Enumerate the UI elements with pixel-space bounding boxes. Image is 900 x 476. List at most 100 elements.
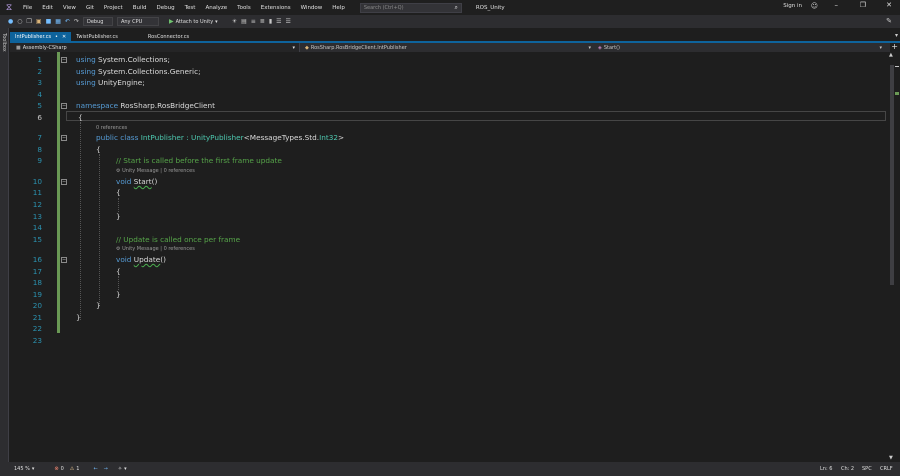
format-icon[interactable]: ≡ xyxy=(251,18,256,25)
visual-studio-logo-icon[interactable]: ⧖ xyxy=(0,0,18,15)
keyword: void xyxy=(116,177,132,186)
split-editor-icon[interactable]: + xyxy=(891,42,898,51)
chevron-down-icon[interactable]: ▾ xyxy=(124,466,127,472)
code-line: using System.Collections.Generic; xyxy=(76,67,201,76)
code-text: UnityEngine; xyxy=(95,78,145,87)
minimize-icon[interactable]: – xyxy=(835,1,839,9)
attach-to-unity-button[interactable]: ▶ Attach to Unity ▾ xyxy=(169,18,218,25)
menu-analyze[interactable]: Analyze xyxy=(200,5,232,11)
close-tab-icon[interactable]: ✕ xyxy=(62,34,66,40)
line-number: 5 xyxy=(37,101,42,110)
class-name: RosSharp.RosBridgeClient.IntPublisher xyxy=(310,44,407,51)
line-number: 18 xyxy=(32,278,42,287)
sign-in-link[interactable]: Sign in xyxy=(783,3,802,9)
menu-test[interactable]: Test xyxy=(180,5,201,11)
menu-build[interactable]: Build xyxy=(128,5,152,11)
line-number: 10 xyxy=(32,177,42,186)
change-tracking-bar xyxy=(57,52,60,333)
menu-tools[interactable]: Tools xyxy=(232,5,256,11)
menu-edit[interactable]: Edit xyxy=(37,5,58,11)
menu-help[interactable]: Help xyxy=(327,5,350,11)
comment-icon[interactable]: ≣ xyxy=(260,18,265,25)
collapse-icon[interactable]: − xyxy=(61,135,67,141)
line-ending-indicator[interactable]: CRLF xyxy=(880,466,893,472)
code-line: using System.Collections; xyxy=(76,55,170,64)
codelens-text: Unity Message | 0 references xyxy=(122,246,195,252)
char-indicator[interactable]: Ch: 2 xyxy=(841,466,854,472)
search-box[interactable]: Search (Ctrl+Q) ⌕ xyxy=(359,2,462,13)
fire-icon[interactable]: ☀ xyxy=(232,18,237,25)
platform-select[interactable]: Any CPU xyxy=(116,17,159,26)
chevron-down-icon: ▾ xyxy=(879,44,882,51)
collapse-icon[interactable]: − xyxy=(61,257,67,263)
scrollbar-thumb[interactable] xyxy=(890,65,894,285)
codelens-unity-message[interactable]: ⚙ Unity Message | 0 references xyxy=(116,168,195,174)
person-icon[interactable]: ☺ xyxy=(811,2,818,10)
performance-icon[interactable]: ▤ xyxy=(241,18,247,25)
navigation-bar: ■ Assembly-CSharp ▾ ◆ RosSharp.RosBridge… xyxy=(10,43,890,52)
menu-window[interactable]: Window xyxy=(296,5,328,11)
generic-namespace: MessageTypes.Std. xyxy=(249,133,320,142)
close-icon[interactable]: ✕ xyxy=(886,1,892,9)
toolbox-tab[interactable]: Toolbox xyxy=(1,33,7,52)
codelens-text: Unity Message | 0 references xyxy=(122,168,195,174)
menu-file[interactable]: File xyxy=(18,5,37,11)
unity-icon: ⚙ xyxy=(116,246,121,252)
save-all-icon[interactable]: ▦ xyxy=(55,18,61,25)
feedback-icon[interactable]: ✎ xyxy=(886,17,892,25)
restore-icon[interactable]: ❐ xyxy=(860,1,866,9)
menu-project[interactable]: Project xyxy=(99,5,128,11)
collapse-icon[interactable]: − xyxy=(61,57,67,63)
new-project-icon[interactable]: ❐ xyxy=(27,18,32,25)
tab-intpublisher[interactable]: IntPublisher.cs • ✕ xyxy=(10,32,72,41)
menu-extensions[interactable]: Extensions xyxy=(256,5,296,11)
line-number: 1 xyxy=(37,55,42,64)
member-dropdown[interactable]: ◈ Start() ▾ xyxy=(598,43,888,52)
tab-list-dropdown-icon[interactable]: ▾ xyxy=(895,32,898,39)
code-cleanup-icon[interactable]: ✧ xyxy=(118,466,122,472)
codelens-references[interactable]: 0 references xyxy=(96,125,127,131)
collapse-icon[interactable]: − xyxy=(61,179,67,185)
nav-back-icon[interactable]: ← xyxy=(93,466,97,472)
collapse-icon[interactable]: − xyxy=(61,103,67,109)
error-count[interactable]: 0 xyxy=(61,466,64,472)
zoom-level[interactable]: 145 % xyxy=(14,466,30,472)
scroll-down-icon[interactable]: ▼ xyxy=(889,455,893,461)
chevron-down-icon[interactable]: ▾ xyxy=(32,466,35,472)
warning-icon[interactable]: ⚠ xyxy=(70,466,74,472)
configuration-value: Debug xyxy=(86,18,104,25)
comment-line: // Update is called once per frame xyxy=(116,235,241,244)
back-nav-icon[interactable]: ● xyxy=(8,18,13,25)
warning-count[interactable]: 1 xyxy=(76,466,79,472)
bookmark-icon[interactable]: ▮ xyxy=(269,18,272,25)
menu-git[interactable]: Git xyxy=(81,5,99,11)
codelens-unity-message[interactable]: ⚙ Unity Message | 0 references xyxy=(116,246,195,252)
nav-forward-icon[interactable]: → xyxy=(104,466,108,472)
whitespace-indicator[interactable]: SPC xyxy=(862,466,872,472)
menu-view[interactable]: View xyxy=(58,5,81,11)
open-folder-icon[interactable]: ▣ xyxy=(36,18,42,25)
save-icon[interactable]: ■ xyxy=(46,18,52,25)
menu-debug[interactable]: Debug xyxy=(152,5,180,11)
line-number: 23 xyxy=(32,336,42,345)
pin-icon[interactable]: • xyxy=(55,34,58,40)
class-dropdown[interactable]: ◆ RosSharp.RosBridgeClient.IntPublisher … xyxy=(305,43,595,52)
attach-label: Attach to Unity xyxy=(175,18,214,25)
tab-label: TwistPublisher.cs xyxy=(76,33,118,40)
redo-icon[interactable]: ↷ xyxy=(74,18,79,25)
tab-rosconnector[interactable]: RosConnector.cs xyxy=(143,32,194,41)
configuration-select[interactable]: Debug xyxy=(82,17,113,26)
tab-twistpublisher[interactable]: TwistPublisher.cs xyxy=(71,32,123,41)
undo-icon[interactable]: ↶ xyxy=(65,18,70,25)
project-dropdown[interactable]: ■ Assembly-CSharp ▾ xyxy=(10,43,300,52)
forward-nav-icon[interactable]: ○ xyxy=(17,18,22,25)
indent-guide xyxy=(99,154,100,306)
error-icon[interactable]: ⊗ xyxy=(54,466,58,472)
bookmark-prev-icon[interactable]: ☰ xyxy=(276,18,281,25)
chevron-down-icon: ▾ xyxy=(292,44,295,51)
line-indicator[interactable]: Ln: 6 xyxy=(820,466,832,472)
code-line: void Start() xyxy=(116,177,157,186)
bookmark-next-icon[interactable]: ☰ xyxy=(286,18,291,25)
keyword: void xyxy=(116,255,132,264)
scroll-up-icon[interactable]: ▲ xyxy=(889,52,893,58)
